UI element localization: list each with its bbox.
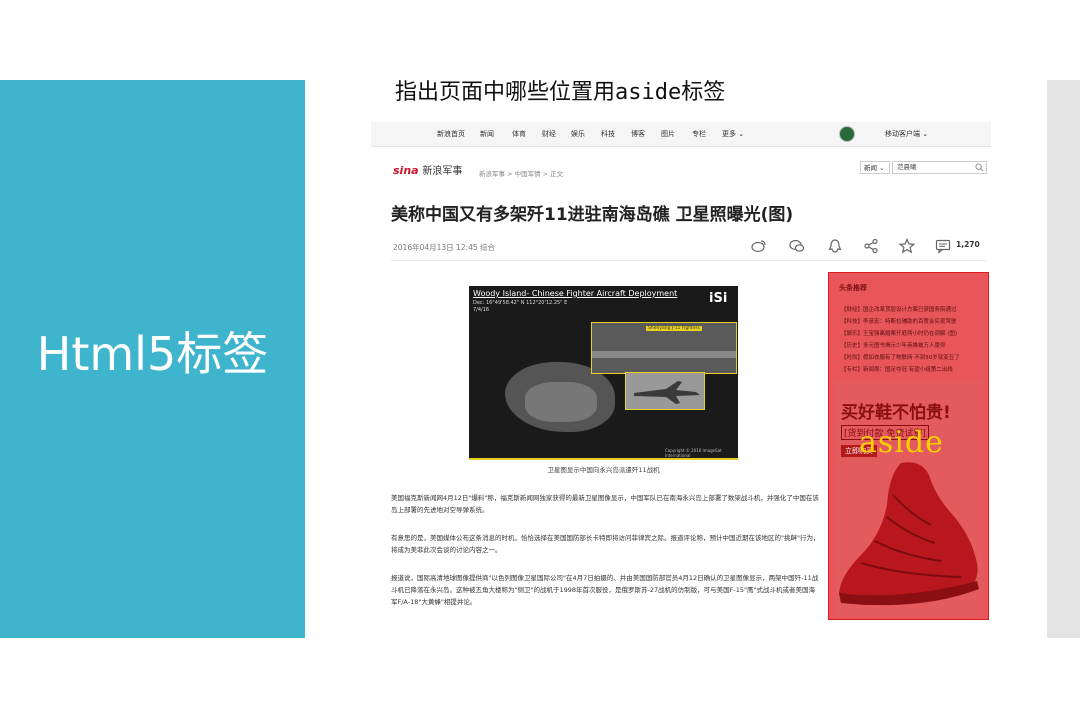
isi-logo: iSi	[709, 291, 728, 306]
weibo-share-icon[interactable]	[751, 238, 767, 254]
heading-suffix: 标签	[681, 80, 726, 105]
webpage-screenshot: 新浪首页 新闻 体育 财经 娱乐 科技 博客 图片 专栏 更多 ⌄ 移动客户端 …	[371, 122, 991, 622]
aside-region: 头条推荐 【财经】国企改革顶层设计方案已获国务院通过 【科技】李彦宏：特斯拉辅助…	[828, 272, 989, 620]
photo-coords: Dec: 16°49'58.42" N 112°20'12.25" E	[473, 300, 568, 306]
comment-icon[interactable]	[935, 238, 951, 254]
nav-item[interactable]: 新闻	[480, 129, 494, 139]
aside-news-item[interactable]: 【历史】多元图书揭示少年英雄被万人景仰	[841, 341, 946, 349]
slide-side-title: Html5标签	[36, 327, 269, 381]
photo-title: Woody Island- Chinese Fighter Aircraft D…	[473, 289, 678, 298]
search-icon[interactable]	[975, 163, 984, 172]
aside-news-item[interactable]: 【时尚】假如衣服有了物联网 不到50岁就变丑了	[841, 353, 960, 361]
nav-item[interactable]: 新浪首页	[437, 129, 465, 139]
heading-prefix: 指出页面中哪些位置用	[395, 80, 616, 105]
share-icon[interactable]	[863, 238, 879, 254]
nav-item[interactable]: 科技	[601, 129, 615, 139]
runway-inset-label: Shenyang J-11 Fighters	[646, 326, 702, 331]
mobile-client-link[interactable]: 移动客户端 ⌄	[885, 129, 928, 139]
nav-item[interactable]: 更多 ⌄	[722, 129, 744, 139]
avatar[interactable]	[839, 126, 855, 142]
qq-share-icon[interactable]	[827, 238, 843, 254]
nav-item[interactable]: 专栏	[692, 129, 706, 139]
nav-item[interactable]: 娱乐	[571, 129, 585, 139]
aside-news-item[interactable]: 【娱乐】王宝强离婚案开庭两小时仍在调解 (图)	[841, 329, 957, 337]
aside-news-item[interactable]: 【专栏】新闻周：国足夺冠 有望小组第二出线	[841, 365, 953, 373]
logo-text: sina	[393, 164, 419, 177]
search-category-select[interactable]: 新闻 ⌄	[860, 161, 890, 174]
nav-item[interactable]: 图片	[661, 129, 675, 139]
runway-stripe	[592, 351, 736, 358]
aside-news-item[interactable]: 【财经】国企改革顶层设计方案已获国务院通过	[841, 305, 957, 313]
right-edge-strip	[1047, 80, 1080, 638]
breadcrumb[interactable]: 新浪军事 > 中国军情 > 正文	[479, 168, 563, 178]
sneaker-icon	[839, 462, 979, 606]
island-runway-area	[525, 382, 597, 422]
nav-item[interactable]: 体育	[512, 129, 526, 139]
aside-heading: 头条推荐	[839, 284, 867, 292]
heading-code: aside	[615, 80, 682, 105]
photo-credit: Copyright © 2016 ImageSat International	[665, 448, 722, 458]
satellite-photo[interactable]: Woody Island- Chinese Fighter Aircraft D…	[469, 286, 738, 460]
article-headline: 美称中国又有多架歼11进驻南海岛礁 卫星照曝光(图)	[391, 205, 794, 225]
article-paragraph: 报道说，国际高清地球图像提供商"以色列图像卫星国际公司"在4月7日拍摄的、并由美…	[391, 574, 819, 606]
photo-caption: 卫星图显示中国向永兴岛派遣歼11战机	[547, 466, 660, 474]
photo-date: 7/4/16	[473, 307, 490, 313]
logo-cn: 新浪军事	[422, 166, 463, 177]
article-meta: 2016年04月13日 12:45 综合	[393, 243, 496, 252]
article-paragraph: 有意思的是，美国媒体公布这条消息的时机，恰恰选择在美国国防部长卡特即将访问菲律宾…	[391, 534, 820, 554]
runway-inset: Shenyang J-11 Fighters	[591, 322, 737, 374]
site-logo[interactable]: sina 新浪军事	[393, 162, 462, 177]
fighter-jet-inset	[625, 372, 705, 410]
nav-item[interactable]: 财经	[542, 129, 556, 139]
star-icon[interactable]	[898, 238, 916, 254]
header-divider	[391, 260, 987, 261]
article-paragraph: 美国福克斯新闻网4月12日"爆料"称，福克斯新闻网独家获得的最新卫星图像显示，中…	[391, 494, 819, 514]
wechat-share-icon[interactable]	[789, 238, 805, 254]
top-nav-bar: 新浪首页 新闻 体育 财经 娱乐 科技 博客 图片 专栏 更多 ⌄ 移动客户端 …	[371, 122, 991, 147]
search-input[interactable]: 范晨曦	[892, 161, 987, 174]
fighter-jet-icon	[634, 381, 700, 404]
aside-annotation-label: aside	[859, 425, 944, 460]
aside-news-item[interactable]: 【科技】李彦宏：特斯拉辅助的百度会实现驾驶	[841, 317, 957, 325]
slide-heading: 指出页面中哪些位置用aside标签	[395, 78, 725, 108]
nav-item[interactable]: 博客	[631, 129, 645, 139]
comment-count[interactable]: 1,270	[956, 240, 980, 249]
ad-title[interactable]: 买好鞋不怕贵!	[841, 398, 951, 423]
